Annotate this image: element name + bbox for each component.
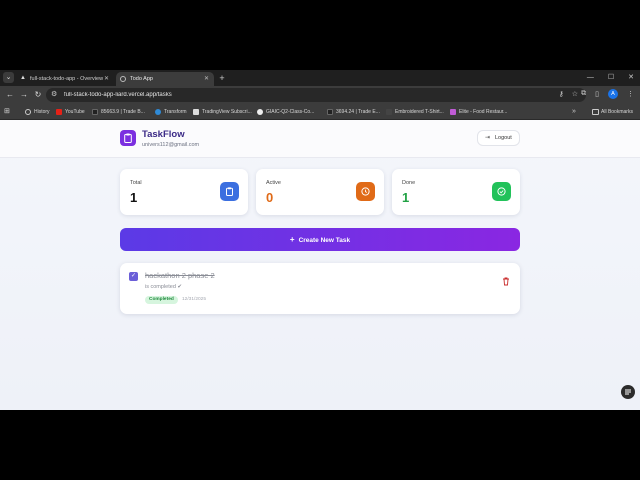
taskflow-app: TaskFlow univers112@gmail.com ⇥ Logout To… <box>0 120 640 410</box>
forward-arrow-icon[interactable]: → <box>18 89 30 101</box>
sidebar-icon[interactable]: ▯ <box>595 90 599 98</box>
bookmark-item[interactable]: Embroidered T-Shirt... <box>386 106 444 118</box>
task-date: 12/31/2025 <box>182 297 207 302</box>
browser-window: ⌄ ▲ full-stack-todo-app - Overview ✕ Tod… <box>0 70 640 410</box>
bookmark-label: History <box>34 109 50 115</box>
address-bar: ⚙ ⚷ ☆ <box>46 88 586 102</box>
extensions-icon[interactable]: ⧉ <box>581 90 586 98</box>
stat-label: Total <box>130 180 142 186</box>
tab-title: full-stack-todo-app - Overview <box>30 76 104 82</box>
tab-todo-app[interactable]: Todo App ✕ <box>116 72 214 86</box>
browser-toolbar: ← → ↻ ⚙ ⚷ ☆ ⧉ ▯ A ⋮ <box>0 86 640 104</box>
bookmark-label: YouTube <box>65 109 85 115</box>
stat-card-total: Total 1 <box>120 169 248 215</box>
password-key-icon[interactable]: ⚷ <box>559 88 564 102</box>
youtube-icon <box>56 109 62 115</box>
stat-card-done: Done 1 <box>392 169 520 215</box>
logout-label: Logout <box>495 135 512 141</box>
logout-button[interactable]: ⇥ Logout <box>477 130 520 146</box>
shop-icon <box>386 109 392 115</box>
transform-icon <box>155 109 161 115</box>
bookmark-item[interactable]: 85663.9 | Trade B... <box>92 106 145 118</box>
stat-value: 1 <box>402 190 410 205</box>
check-circle-icon <box>492 182 511 201</box>
bookmark-item[interactable]: History <box>25 106 50 118</box>
more-bookmarks-button[interactable]: » <box>572 106 576 118</box>
trade-icon <box>92 109 98 115</box>
close-window-button[interactable]: ✕ <box>628 72 634 84</box>
app-header: TaskFlow univers112@gmail.com ⇥ Logout <box>0 120 640 158</box>
task-card: ✓ hackathon 2 phase 2 is completed ✔ Com… <box>120 263 520 314</box>
tradingview-icon <box>193 109 199 115</box>
task-description: is completed ✔ <box>145 284 183 290</box>
new-tab-button[interactable]: + <box>216 72 228 84</box>
task-title[interactable]: hackathon 2 phase 2 <box>145 271 215 280</box>
floating-menu-icon[interactable] <box>621 385 635 399</box>
apps-grid-icon[interactable]: ⊞ <box>4 106 10 118</box>
maximize-button[interactable]: ☐ <box>608 72 614 84</box>
user-email: univers112@gmail.com <box>142 142 200 148</box>
minimize-button[interactable]: — <box>587 72 594 84</box>
bookmark-label: Transform <box>164 109 187 115</box>
bookmark-label: 3694.24 | Trade E... <box>336 109 380 115</box>
create-task-label: Create New Task <box>298 237 351 244</box>
reload-icon[interactable]: ↻ <box>32 89 44 101</box>
globe-icon <box>120 76 126 82</box>
all-bookmarks-button[interactable]: All Bookmarks <box>592 106 633 118</box>
stat-label: Active <box>266 180 281 186</box>
bookmark-label: Elite - Food Restaur... <box>459 109 508 115</box>
bookmark-label: GIAIC-Q2-Class-Co... <box>266 109 315 115</box>
tab-overview[interactable]: ▲ full-stack-todo-app - Overview ✕ <box>16 72 114 86</box>
bookmark-item[interactable]: TradingView Subscri... <box>193 106 252 118</box>
bookmark-label: 85663.9 | Trade B... <box>101 109 145 115</box>
menu-icon[interactable]: ⋮ <box>627 90 634 98</box>
food-icon <box>450 109 456 115</box>
bookmark-item[interactable]: Transform <box>155 106 187 118</box>
trade-icon <box>327 109 333 115</box>
vercel-icon: ▲ <box>20 75 26 81</box>
bookmark-label: Embroidered T-Shirt... <box>395 109 444 115</box>
tab-search-button[interactable]: ⌄ <box>3 72 14 83</box>
site-info-icon[interactable]: ⚙ <box>51 88 57 102</box>
bookmark-item[interactable]: GIAIC-Q2-Class-Co... <box>257 106 314 118</box>
create-task-button[interactable]: + Create New Task <box>120 228 520 251</box>
tab-title: Todo App <box>130 76 153 82</box>
clipboard-icon <box>120 130 136 146</box>
stat-card-active: Active 0 <box>256 169 384 215</box>
bookmark-star-icon[interactable]: ☆ <box>572 88 578 102</box>
status-badge: Completed <box>145 296 178 304</box>
tab-bar: ⌄ ▲ full-stack-todo-app - Overview ✕ Tod… <box>0 70 640 86</box>
stat-label: Done <box>402 180 416 186</box>
close-tab-icon[interactable]: ✕ <box>104 72 109 86</box>
close-tab-icon[interactable]: ✕ <box>204 72 209 86</box>
plus-icon: + <box>289 235 295 244</box>
window-controls: — ☐ ✕ <box>587 72 634 84</box>
bookmark-item[interactable]: Elite - Food Restaur... <box>450 106 507 118</box>
profile-avatar[interactable]: A <box>608 89 618 99</box>
bookmark-item[interactable]: 3694.24 | Trade E... <box>327 106 380 118</box>
clock-icon <box>356 182 375 201</box>
bookmark-label: TradingView Subscri... <box>202 109 252 115</box>
url-input[interactable] <box>64 90 464 100</box>
app-title: TaskFlow <box>142 129 185 140</box>
task-checkbox[interactable]: ✓ <box>129 272 138 281</box>
folder-icon <box>592 109 599 115</box>
clipboard-icon <box>220 182 239 201</box>
github-icon <box>257 109 263 115</box>
history-icon <box>25 109 31 115</box>
logout-icon: ⇥ <box>485 135 491 141</box>
stat-value: 1 <box>130 190 138 205</box>
bookmarks-bar: ⊞ History YouTube 85663.9 | Trade B... T… <box>0 104 640 120</box>
stat-value: 0 <box>266 190 274 205</box>
trash-icon[interactable] <box>501 273 511 286</box>
bookmark-item[interactable]: YouTube <box>56 106 85 118</box>
back-arrow-icon[interactable]: ← <box>4 89 16 101</box>
all-bookmarks-label: All Bookmarks <box>601 109 633 115</box>
